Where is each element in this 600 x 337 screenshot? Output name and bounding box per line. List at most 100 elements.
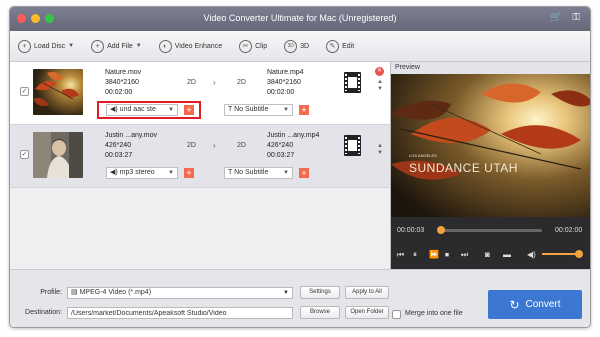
convert-label: Convert	[525, 299, 561, 310]
3d-icon: 3D	[284, 39, 298, 53]
cart-icon[interactable]: 🛒	[550, 12, 562, 23]
destination-field[interactable]	[67, 307, 293, 319]
fast-forward-icon[interactable]: ⏩	[429, 250, 439, 259]
skip-forward-icon[interactable]: ⏭	[461, 250, 468, 260]
subtitle-value: No Subtitle	[234, 169, 269, 176]
seek-bar[interactable]	[437, 226, 542, 234]
chevron-down-icon: ▼	[168, 170, 174, 176]
add-file-button[interactable]: + Add File ▼	[91, 39, 142, 53]
seek-handle[interactable]	[437, 226, 446, 234]
chevron-down-icon: ▼	[283, 170, 289, 176]
output-settings-bar: Profile: ▤ MPEG-4 Video (*.mp4) ▼ Settin…	[10, 269, 590, 327]
audio-track-value: mp3 stereo	[119, 169, 155, 176]
clip-button[interactable]: ✂ Clip	[239, 39, 267, 53]
titlebar-actions: 🛒 ⚿	[550, 12, 580, 23]
video-format-icon: ▤	[71, 289, 78, 296]
subtitle-value: No Subtitle	[234, 106, 269, 113]
subtitle-icon: T	[228, 169, 233, 176]
video-enhance-button[interactable]: ◐ Video Enhance	[158, 39, 223, 53]
video-thumbnail[interactable]	[33, 69, 83, 115]
add-subtitle-button[interactable]: +	[299, 105, 309, 115]
volume-slider[interactable]	[542, 250, 583, 258]
output-mode: 2D	[237, 79, 246, 86]
skip-back-icon[interactable]: ⏮	[397, 250, 404, 260]
open-folder-button[interactable]: Open Folder	[345, 306, 389, 319]
preview-video[interactable]: LOS ANGELES SUNDANCE UTAH	[391, 74, 590, 217]
merge-checkbox[interactable]	[392, 310, 401, 319]
output-format-icon[interactable]	[344, 72, 361, 93]
snapshot-icon[interactable]: ◙	[485, 250, 490, 259]
pause-icon[interactable]: ⏸	[413, 250, 417, 260]
source-duration: 00:02:00	[105, 89, 133, 96]
convert-button[interactable]: ↻ Convert	[488, 290, 582, 319]
profile-select[interactable]: ▤ MPEG-4 Video (*.mp4) ▼	[67, 287, 293, 299]
preview-label: Preview	[391, 62, 590, 74]
chevron-down-icon[interactable]: ▼	[68, 43, 74, 49]
chevron-right-icon: ›	[213, 78, 216, 87]
browse-button[interactable]: Browse	[300, 306, 340, 319]
current-time: 00:00:03	[397, 227, 425, 234]
player-controls: 00:00:03 00:02:00 ⏮ ⏸ ⏩ ⏹ ⏭ ◙ ▬ ◀)	[391, 217, 590, 269]
subtitle-select[interactable]: T No Subtitle ▼	[224, 104, 293, 116]
window-title: Video Converter Ultimate for Mac (Unregi…	[203, 13, 397, 23]
add-file-label: Add File	[107, 42, 133, 50]
add-subtitle-button[interactable]: +	[299, 168, 309, 178]
output-duration: 00:02:00	[267, 89, 295, 96]
output-info: Justin ...any.mp4 426*240 00:03:27	[267, 131, 319, 161]
subtitle-select[interactable]: T No Subtitle ▼	[224, 167, 293, 179]
source-info: Justin ...any.mov 426*240 00:03:27	[105, 131, 157, 161]
output-resolution: 3840*2160	[267, 79, 301, 86]
file-list: ✓ Nature.mov 3840*2160 00:02:00 2D › 2D …	[10, 62, 390, 269]
folder-icon[interactable]: ▬	[503, 250, 511, 259]
reorder-arrows-icon[interactable]: ▲ ▼	[377, 79, 383, 93]
volume-icon[interactable]: ◀)	[527, 250, 536, 259]
output-format-icon[interactable]	[344, 135, 361, 156]
overlay-title-text: SUNDANCE UTAH	[409, 161, 518, 175]
edit-label: Edit	[342, 42, 355, 50]
convert-icon: ↻	[509, 297, 520, 312]
file-checkbox[interactable]: ✓	[20, 87, 29, 96]
output-resolution: 426*240	[267, 142, 294, 149]
output-filename: Nature.mp4	[267, 69, 304, 76]
3d-button[interactable]: 3D 3D	[284, 39, 310, 53]
merge-label: Merge into one file	[405, 310, 463, 317]
output-mode: 2D	[237, 142, 246, 149]
overlay-small-text: LOS ANGELES	[409, 153, 437, 158]
enhance-icon: ◐	[158, 39, 172, 53]
preview-panel: Preview LOS ANGELES SUNDANCE UTAH 00:00:…	[390, 62, 590, 269]
profile-value: MPEG-4 Video (*.mp4)	[79, 289, 152, 296]
3d-label: 3D	[300, 42, 310, 50]
output-duration: 00:03:27	[267, 152, 295, 159]
settings-button[interactable]: Settings	[300, 286, 340, 299]
output-info: Nature.mp4 3840*2160 00:02:00	[267, 68, 304, 98]
destination-label: Destination:	[25, 309, 62, 316]
file-row[interactable]: ✓ Justin ...any.mov 426*240 00:03:27 2D …	[10, 125, 390, 188]
source-filename: Nature.mov	[105, 69, 142, 76]
stop-icon[interactable]: ⏹	[445, 250, 449, 260]
add-audio-button[interactable]: +	[184, 168, 194, 178]
total-time: 00:02:00	[555, 227, 583, 234]
load-disc-button[interactable]: + Load Disc ▼	[18, 39, 74, 53]
profile-label: Profile:	[40, 289, 62, 296]
input-mode: 2D	[187, 142, 196, 149]
audio-track-select[interactable]: ◀) mp3 stereo ▼	[106, 167, 178, 179]
chevron-down-icon[interactable]: ▼	[136, 43, 142, 49]
remove-file-icon[interactable]: ✕	[375, 67, 384, 76]
apply-to-all-button[interactable]: Apply to All	[345, 286, 389, 299]
input-mode: 2D	[187, 79, 196, 86]
key-icon[interactable]: ⚿	[572, 12, 580, 23]
file-row[interactable]: ✓ Nature.mov 3840*2160 00:02:00 2D › 2D …	[10, 62, 390, 125]
load-disc-label: Load Disc	[34, 42, 66, 50]
add-file-icon: +	[91, 39, 105, 53]
source-resolution: 3840*2160	[105, 79, 139, 86]
edit-button[interactable]: ✎ Edit	[326, 39, 355, 53]
volume-handle[interactable]	[575, 250, 583, 258]
source-resolution: 426*240	[105, 142, 132, 149]
file-checkbox[interactable]: ✓	[20, 150, 29, 159]
video-thumbnail[interactable]	[33, 132, 83, 178]
chevron-down-icon: ▼	[283, 107, 289, 113]
video-enhance-label: Video Enhance	[174, 42, 223, 50]
source-filename: Justin ...any.mov	[105, 132, 158, 139]
reorder-arrows-icon[interactable]: ▲ ▼	[377, 143, 383, 157]
app-window: Video Converter Ultimate for Mac (Unregi…	[9, 6, 591, 328]
